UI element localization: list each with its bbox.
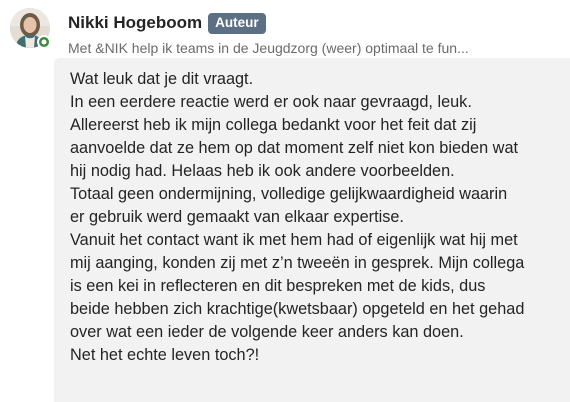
- comment-line: In een eerdere reactie werd er ook naar …: [70, 93, 472, 111]
- comment-line: mij aanging, konden zij met z’n tweeën i…: [70, 254, 525, 272]
- author-badge: Auteur: [208, 12, 266, 34]
- comment-line: beide hebben zich krachtige(kwetsbaar) o…: [70, 300, 525, 318]
- comment-line: aanvoelde dat ze hem op dat moment zelf …: [70, 139, 519, 157]
- avatar-container[interactable]: [10, 8, 51, 49]
- comment-line: hij nodig had. Helaas heb ik ook andere …: [70, 162, 455, 180]
- author-headline: Met &NIK help ik teams in de Jeugdzorg (…: [68, 40, 469, 56]
- comment-line: over wat een ieder de volgende keer ande…: [70, 323, 464, 341]
- comment-line: Totaal geen ondermijning, volledige geli…: [70, 185, 508, 203]
- comment-line: er gebruik werd gemaakt van elkaar exper…: [70, 208, 404, 226]
- online-status-icon: [39, 37, 49, 47]
- comment-item: Nikki Hogeboom Auteur Met &NIK help ik t…: [0, 0, 570, 402]
- comment-line: is een kei in reflecteren en dit besprek…: [70, 277, 486, 295]
- comment-header: Nikki Hogeboom Auteur Met &NIK help ik t…: [68, 12, 560, 56]
- comment-line: Wat leuk dat je dit vraagt.: [70, 70, 254, 88]
- online-status-indicator: [37, 35, 51, 49]
- author-name-row: Nikki Hogeboom Auteur: [68, 12, 560, 34]
- author-name[interactable]: Nikki Hogeboom: [68, 13, 202, 33]
- comment-text: Wat leuk dat je dit vraagt. In een eerde…: [70, 68, 566, 367]
- comment-line: Allereerst heb ik mijn collega bedankt v…: [70, 116, 477, 134]
- comment-line: Net het echte leven toch?!: [70, 346, 260, 364]
- comment-bubble: Wat leuk dat je dit vraagt. In een eerde…: [54, 58, 570, 402]
- comment-line: Vanuit het contact want ik met hem had o…: [70, 231, 518, 249]
